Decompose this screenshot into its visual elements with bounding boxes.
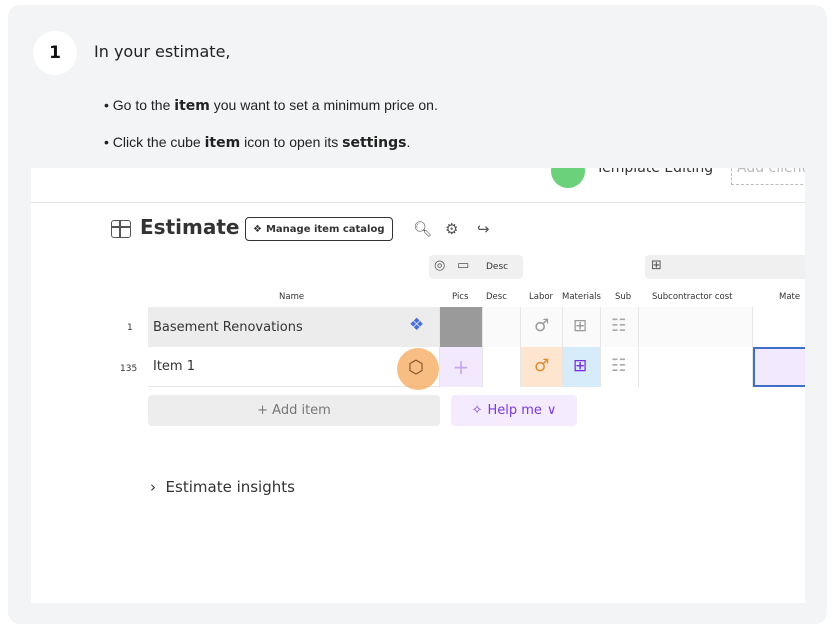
instruction-bullet-1: • Go to the item you want to set a minim… bbox=[104, 97, 438, 114]
export-icon[interactable]: ↪ bbox=[477, 220, 490, 238]
search-icon[interactable]: 🔍︎ bbox=[413, 220, 432, 238]
materials-cost-cell[interactable] bbox=[753, 347, 805, 387]
item-name: Item 1 bbox=[153, 359, 195, 374]
catalog-icon: ❖ bbox=[253, 223, 262, 235]
step-number-badge: 1 bbox=[33, 31, 77, 75]
cube-icon[interactable]: ❖ bbox=[409, 315, 424, 335]
box-icon: ⊞ bbox=[573, 316, 588, 336]
cube-icon[interactable]: ⬡ bbox=[408, 357, 424, 378]
box-icon: ⊞ bbox=[573, 356, 588, 376]
instruction-bullet-2: • Click the cube item icon to open its s… bbox=[104, 134, 411, 151]
truck-icon: ☷ bbox=[611, 316, 627, 336]
truck-icon: ☷ bbox=[611, 356, 627, 376]
chevron-right-icon: › bbox=[150, 478, 156, 496]
column-header-sub: Sub bbox=[615, 292, 632, 302]
table-icon bbox=[111, 220, 131, 238]
desc-cell[interactable] bbox=[483, 307, 521, 347]
manage-item-catalog-button[interactable]: ❖ Manage item catalog bbox=[245, 217, 393, 241]
sparkle-icon: ✧ bbox=[471, 403, 483, 418]
column-header-desc: Desc bbox=[486, 292, 507, 302]
page-title: Estimate bbox=[140, 215, 240, 239]
topbar-divider bbox=[31, 202, 805, 203]
chevron-down-icon: ∨ bbox=[546, 403, 557, 418]
person-icon: ♂ bbox=[534, 316, 550, 336]
desc-group-label: Desc bbox=[486, 262, 509, 272]
box-icon: ⊞ bbox=[651, 258, 662, 273]
column-header-name: Name bbox=[279, 292, 305, 302]
column-header-labor: Labor bbox=[529, 292, 554, 302]
column-header-materials-cost: Mate bbox=[779, 292, 801, 302]
monitor-icon: ▭ bbox=[457, 258, 470, 273]
person-icon: ◎ bbox=[434, 258, 446, 273]
subcontractor-cost-cell[interactable] bbox=[639, 307, 753, 347]
estimate-insights-label: Estimate insights bbox=[165, 478, 295, 496]
add-item-button[interactable]: + Add item bbox=[148, 395, 440, 426]
person-icon: ♂ bbox=[534, 356, 550, 376]
row-number: 1 bbox=[127, 323, 133, 333]
gear-icon[interactable]: ⚙ bbox=[445, 220, 458, 238]
desc-cell[interactable] bbox=[483, 347, 521, 387]
help-me-button[interactable]: ✧ Help me ∨ bbox=[451, 395, 577, 426]
column-header-materials: Materials bbox=[562, 292, 601, 302]
subcontractor-cost-cell[interactable] bbox=[639, 347, 753, 387]
column-header-pics: Pics bbox=[452, 292, 469, 302]
table-row[interactable]: Basement Renovations bbox=[148, 307, 440, 347]
column-header-subcontractor-cost: Subcontractor cost bbox=[652, 292, 733, 302]
add-pic-button[interactable]: + bbox=[440, 347, 483, 387]
help-me-label: Help me bbox=[487, 403, 542, 418]
pic-thumbnail[interactable] bbox=[440, 307, 483, 347]
app-screenshot: Template Editing Add client Estimate ❖ M… bbox=[31, 168, 805, 603]
avatar[interactable] bbox=[551, 168, 585, 188]
catalog-button-label: Manage item catalog bbox=[265, 223, 385, 235]
item-name: Basement Renovations bbox=[153, 319, 303, 335]
estimate-insights-toggle[interactable]: › Estimate insights bbox=[150, 478, 295, 496]
add-client-slot[interactable] bbox=[731, 168, 805, 185]
template-editing-label: Template Editing bbox=[596, 168, 714, 176]
row-number: 135 bbox=[120, 364, 138, 374]
materials-group-header bbox=[645, 255, 805, 279]
step-title: In your estimate, bbox=[94, 42, 231, 61]
